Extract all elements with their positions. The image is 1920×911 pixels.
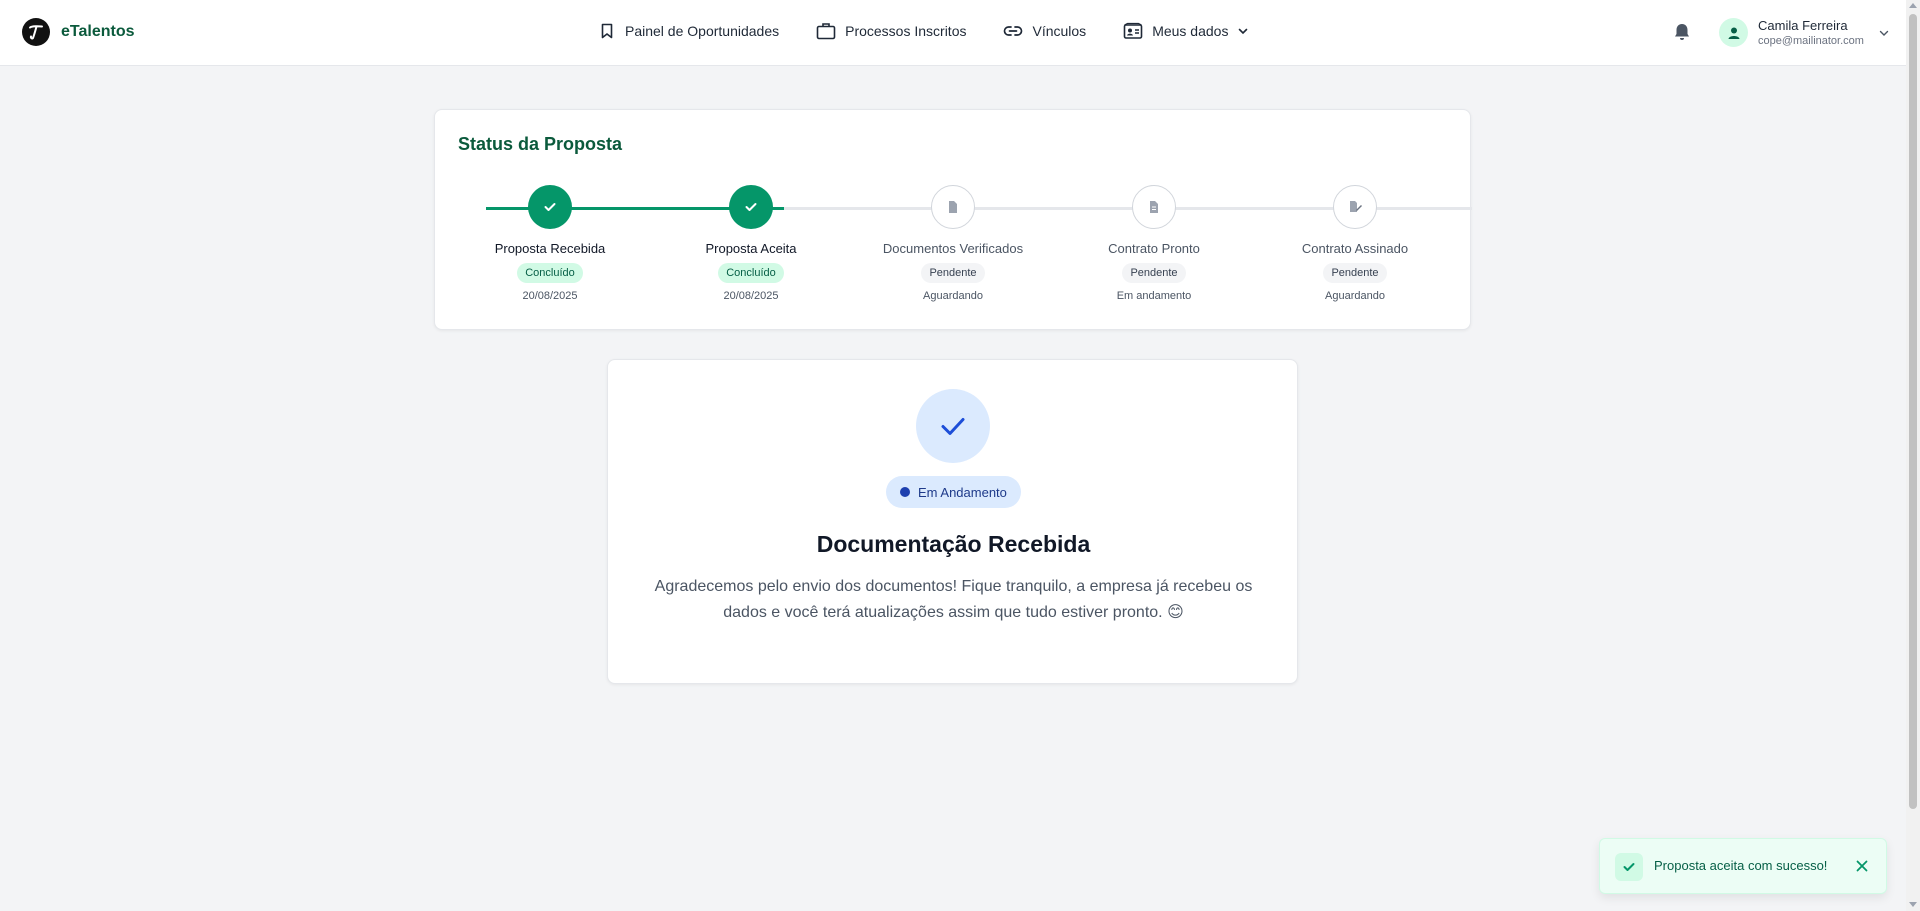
- status-badge: Pendente: [1323, 263, 1387, 283]
- step-detail: Em andamento: [1116, 290, 1192, 302]
- nav-painel-de-oportunidades[interactable]: Painel de Oportunidades: [598, 22, 779, 40]
- status-title: Status da Proposta: [458, 134, 623, 154]
- chevron-down-icon: [1239, 28, 1248, 35]
- id-card-icon: [1123, 22, 1143, 39]
- bookmark-icon: [601, 23, 613, 39]
- nav-meus-dados-dropdown[interactable]: Meus dados: [1123, 22, 1249, 40]
- nav-processos-inscritos[interactable]: Processos Inscritos: [816, 22, 966, 40]
- check-circle-icon: [916, 389, 990, 463]
- user-icon: [1728, 27, 1739, 39]
- nav-vinculos[interactable]: Vínculos: [1003, 22, 1086, 40]
- check-icon: [1615, 853, 1643, 881]
- step-contrato-pronto: Contrato Pronto Pendente Em andamento: [1054, 185, 1254, 303]
- step-proposta-aceita: Proposta Aceita Concluído 20/08/2025: [651, 185, 851, 303]
- step-detail: 20/08/2025: [723, 290, 779, 302]
- success-toast: Proposta aceita com sucesso!: [1599, 838, 1887, 894]
- status-badge: Pendente: [1122, 263, 1186, 283]
- chevron-down-icon: [1879, 30, 1889, 36]
- avatar: [1719, 18, 1748, 47]
- status-dot-icon: [900, 487, 910, 497]
- etalentos-logo-icon: [22, 18, 50, 46]
- nav-label: Processos Inscritos: [845, 23, 967, 39]
- signature-icon: [1350, 201, 1362, 212]
- card-title: Documentação Recebida: [816, 531, 1091, 557]
- step-circle: [931, 185, 975, 229]
- step-circle: [528, 185, 572, 229]
- user-info: Camila Ferreira cope@mailinator.com: [1758, 17, 1864, 48]
- main-nav: Painel de Oportunidades Processos Inscri…: [598, 22, 1249, 40]
- brand[interactable]: eTalentos: [22, 18, 135, 46]
- proposal-status-card: Status da Proposta Proposta Recebida Con…: [434, 109, 1472, 330]
- step-circle: [1333, 185, 1377, 229]
- in-progress-badge: Em Andamento: [886, 476, 1021, 508]
- check-icon: [544, 203, 556, 211]
- nav-label: Meus dados: [1152, 23, 1229, 39]
- step-detail: 20/08/2025: [522, 290, 578, 302]
- user-name: Camila Ferreira: [1758, 18, 1848, 33]
- briefcase-icon: [816, 23, 836, 40]
- brand-name: eTalentos: [61, 23, 135, 40]
- step-circle: [1132, 185, 1176, 229]
- step-documentos-verificados: Documentos Verificados Pendente Aguardan…: [853, 185, 1053, 303]
- status-badge: Concluído: [718, 263, 784, 283]
- step-label: Documentos Verificados: [882, 241, 1024, 256]
- user-email: cope@mailinator.com: [1758, 35, 1864, 47]
- step-label: Proposta Recebida: [494, 241, 606, 256]
- step-contrato-assinado: Contrato Assinado Pendente Aguardando: [1255, 185, 1455, 303]
- documentation-received-card: Em Andamento Documentação Recebida Agrad…: [607, 359, 1298, 684]
- page-scrollbar[interactable]: [1906, 0, 1920, 911]
- step-label: Proposta Aceita: [705, 241, 797, 256]
- document-icon: [949, 201, 957, 213]
- status-badge: Pendente: [921, 263, 985, 283]
- nav-label: Vínculos: [1032, 23, 1087, 39]
- check-icon: [745, 203, 757, 211]
- notifications-bell-icon[interactable]: [1673, 22, 1691, 47]
- scroll-up-arrow-icon[interactable]: [1909, 3, 1917, 8]
- status-stepper: Proposta Recebida Concluído 20/08/2025 P…: [435, 185, 1472, 325]
- status-badge: Concluído: [517, 263, 583, 283]
- link-icon: [1004, 26, 1023, 36]
- top-navigation-bar: eTalentos Painel de Oportunidades Proces…: [0, 0, 1906, 66]
- file-text-icon: [1150, 201, 1158, 213]
- step-circle: [729, 185, 773, 229]
- badge-label: Em Andamento: [918, 484, 1007, 500]
- scroll-down-arrow-icon[interactable]: [1909, 902, 1917, 907]
- step-detail: Aguardando: [923, 290, 983, 302]
- step-detail: Aguardando: [1325, 290, 1385, 302]
- nav-label: Painel de Oportunidades: [625, 23, 780, 39]
- toast-message: Proposta aceita com sucesso!: [1654, 858, 1828, 873]
- card-message: Agradecemos pelo envio dos documentos! F…: [654, 578, 1253, 621]
- step-proposta-recebida: Proposta Recebida Concluído 20/08/2025: [450, 185, 650, 303]
- step-label: Contrato Assinado: [1301, 241, 1409, 256]
- step-label: Contrato Pronto: [1108, 241, 1200, 256]
- scrollbar-thumb[interactable]: [1909, 14, 1917, 809]
- user-menu[interactable]: Camila Ferreira cope@mailinator.com: [1719, 17, 1890, 48]
- close-icon[interactable]: [1854, 858, 1870, 879]
